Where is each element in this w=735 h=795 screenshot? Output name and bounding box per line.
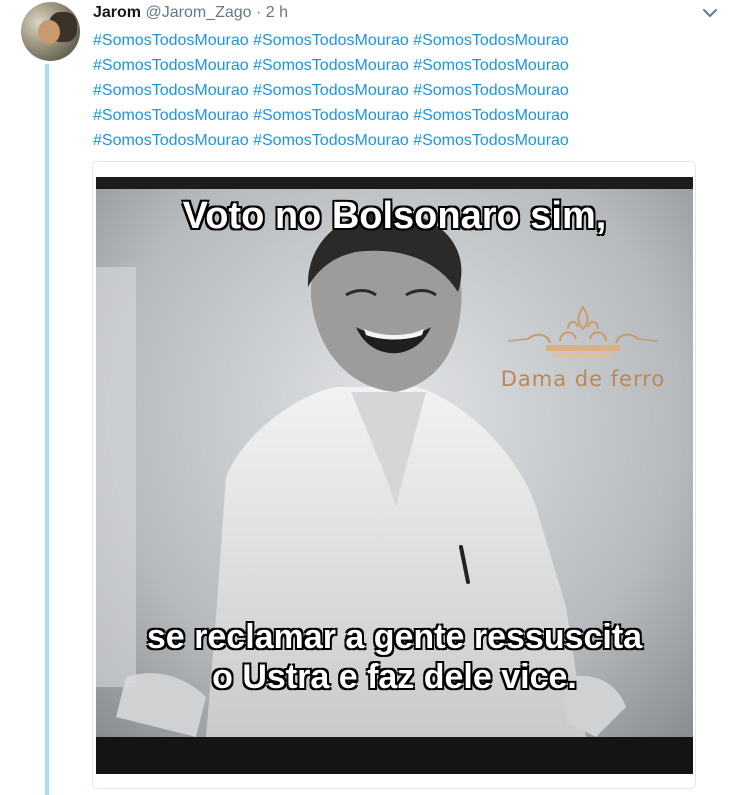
chevron-down-icon[interactable] <box>700 5 720 21</box>
crown-icon <box>507 305 659 357</box>
author-name[interactable]: Jarom <box>93 4 141 21</box>
meme-image[interactable]: Voto no Bolsonaro sim, Dama de ferro se … <box>96 177 693 774</box>
hashtag-link[interactable]: #SomosTodosMourao <box>253 132 409 149</box>
thread-connector-line <box>45 64 49 795</box>
avatar[interactable] <box>21 2 80 61</box>
hashtag-line: #SomosTodosMourao #SomosTodosMourao #Som… <box>93 28 693 53</box>
meme-caption-bottom-line-1: se reclamar a gente ressuscita <box>146 618 643 656</box>
hashtag-link[interactable]: #SomosTodosMourao <box>413 57 569 74</box>
hashtag-line: #SomosTodosMourao #SomosTodosMourao #Som… <box>93 53 693 78</box>
tweet-timestamp[interactable]: 2 h <box>266 4 288 21</box>
hashtag-link[interactable]: #SomosTodosMourao <box>413 32 569 49</box>
meme-caption-bottom: se reclamar a gente ressuscita o Ustra e… <box>96 617 693 697</box>
hashtag-link[interactable]: #SomosTodosMourao <box>93 32 249 49</box>
hashtag-link[interactable]: #SomosTodosMourao <box>93 82 249 99</box>
hashtag-link[interactable]: #SomosTodosMourao <box>413 107 569 124</box>
meme-caption-bottom-line-2: o Ustra e faz dele vice. <box>212 658 577 696</box>
hashtag-link[interactable]: #SomosTodosMourao <box>253 107 409 124</box>
author-handle[interactable]: @Jarom_Zago <box>145 4 251 21</box>
hashtag-link[interactable]: #SomosTodosMourao <box>93 107 249 124</box>
separator-dot: · <box>256 4 262 21</box>
hashtag-link[interactable]: #SomosTodosMourao <box>253 57 409 74</box>
avatar-face <box>38 20 60 44</box>
tweet-text: #SomosTodosMourao #SomosTodosMourao #Som… <box>93 28 693 153</box>
hashtag-link[interactable]: #SomosTodosMourao <box>413 132 569 149</box>
hashtag-line: #SomosTodosMourao #SomosTodosMourao #Som… <box>93 128 693 153</box>
hashtag-link[interactable]: #SomosTodosMourao <box>253 32 409 49</box>
meme-caption-top: Voto no Bolsonaro sim, <box>182 194 608 238</box>
hashtag-link[interactable]: #SomosTodosMourao <box>413 82 569 99</box>
watermark: Dama de ferro <box>488 299 678 399</box>
hashtag-link[interactable]: #SomosTodosMourao <box>253 82 409 99</box>
hashtag-line: #SomosTodosMourao #SomosTodosMourao #Som… <box>93 103 693 128</box>
tweet-header: Jarom @Jarom_Zago · 2 h <box>93 3 288 23</box>
hashtag-line: #SomosTodosMourao #SomosTodosMourao #Som… <box>93 78 693 103</box>
hashtag-link[interactable]: #SomosTodosMourao <box>93 132 249 149</box>
hashtag-link[interactable]: #SomosTodosMourao <box>93 57 249 74</box>
tweet-media-card[interactable]: Voto no Bolsonaro sim, Dama de ferro se … <box>92 161 696 789</box>
watermark-text: Dama de ferro <box>500 367 666 391</box>
